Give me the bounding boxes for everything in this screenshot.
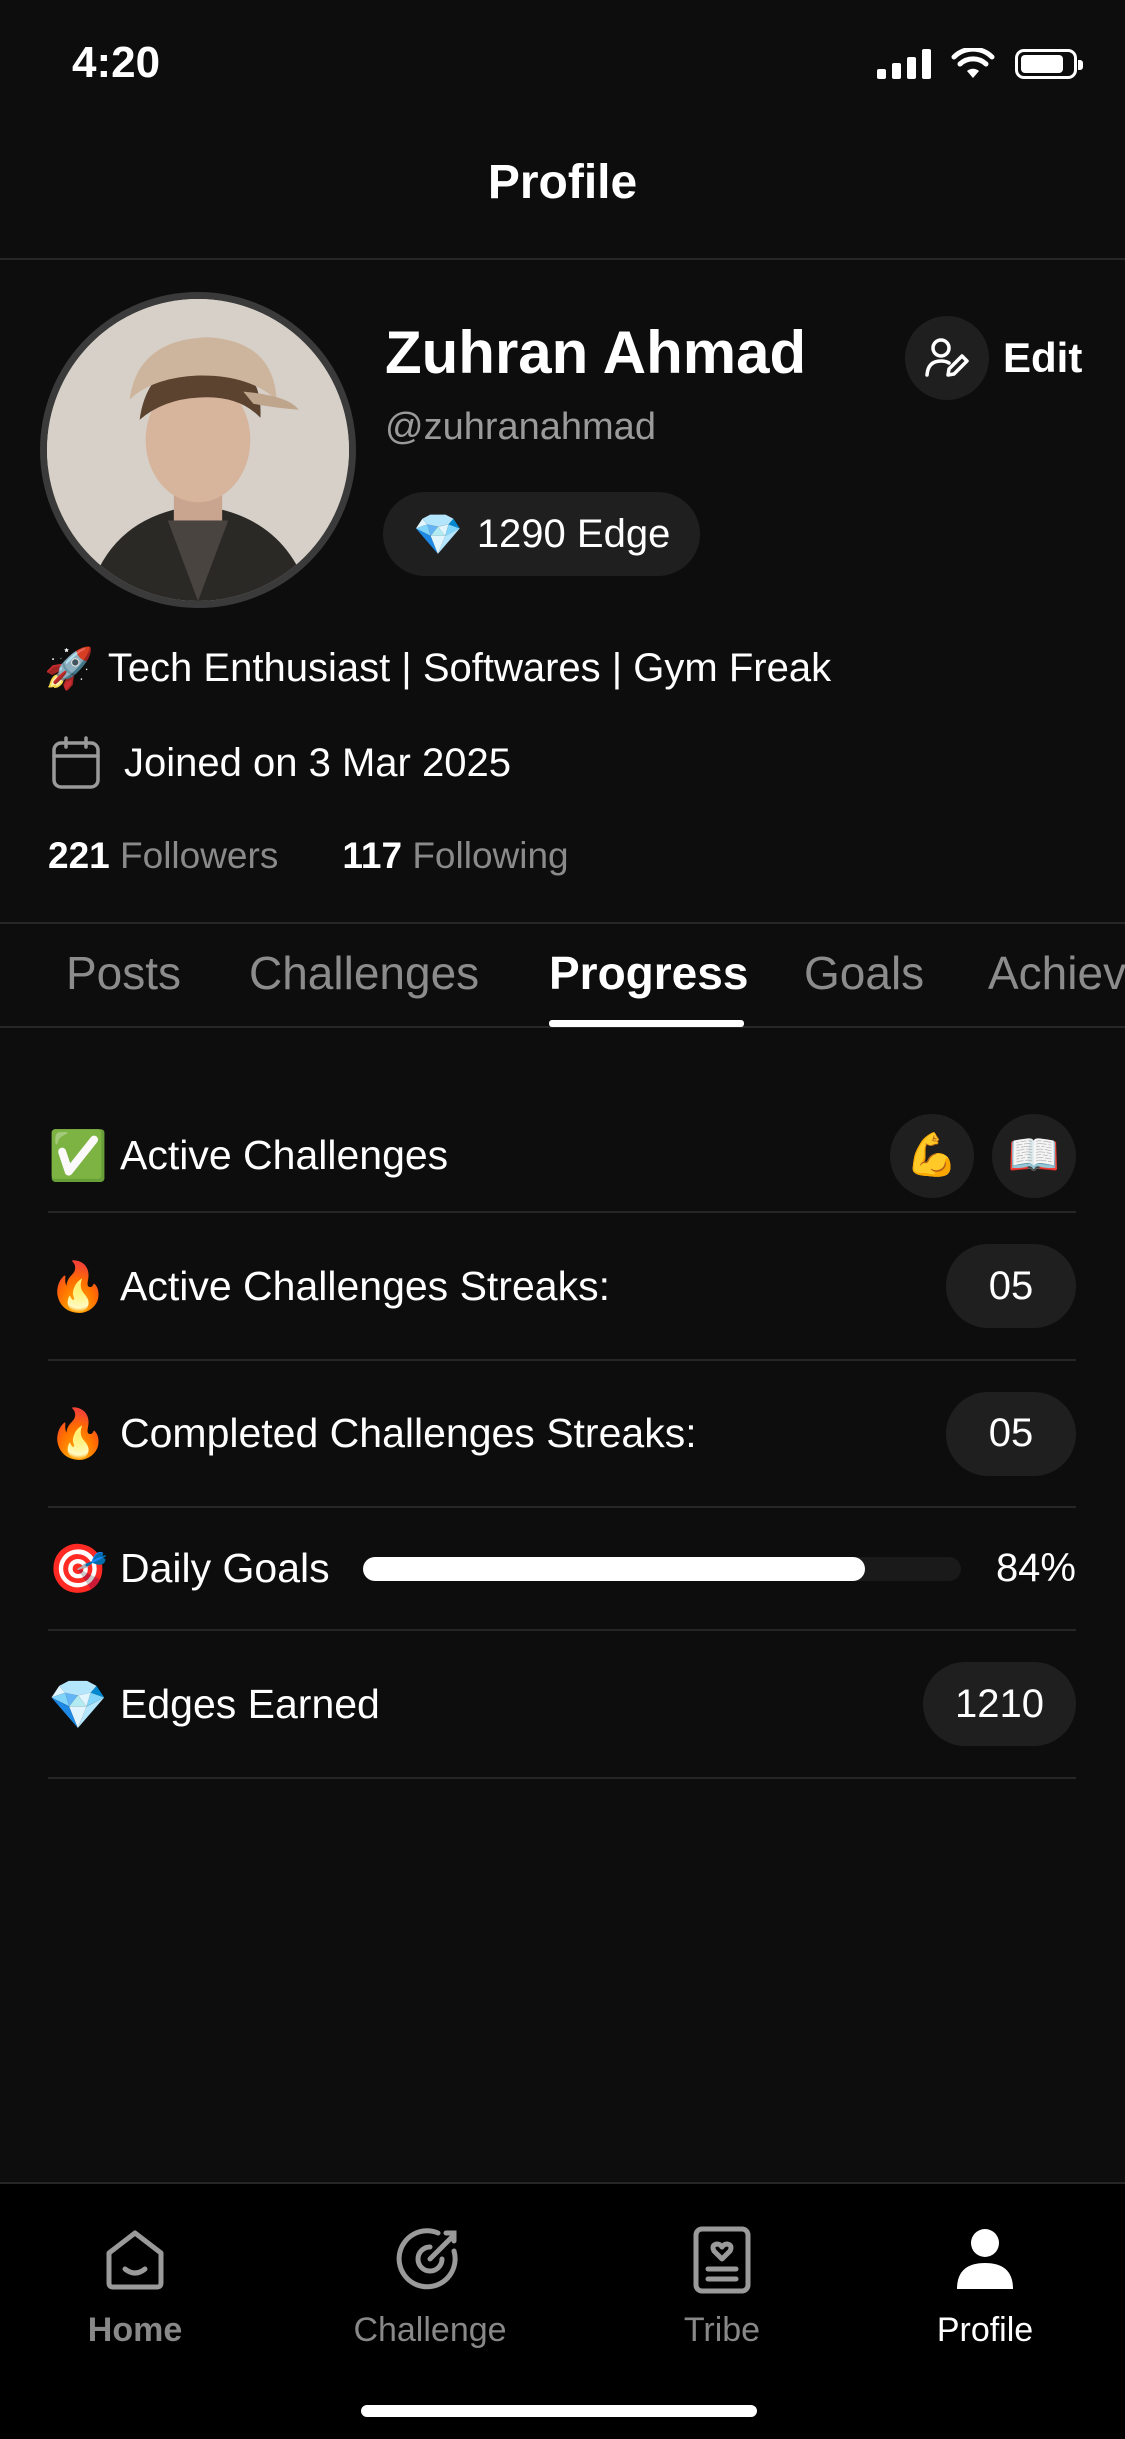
- signal-icon: [877, 49, 931, 79]
- person-icon: [957, 2229, 1013, 2289]
- fire-icon: 🔥: [48, 1260, 108, 1314]
- profile-bio: 🚀 Tech Enthusiast | Softwares | Gym Frea…: [44, 645, 831, 692]
- battery-icon: [1015, 49, 1083, 79]
- profile-tabs: Posts Challenges Progress Goals Achievem…: [0, 922, 1125, 1028]
- tab-challenges[interactable]: Challenges: [249, 946, 479, 1000]
- tab-goals[interactable]: Goals: [804, 946, 924, 1000]
- daily-goals-progress-fill: [363, 1556, 866, 1581]
- nav-home-label: Home: [87, 2311, 183, 2349]
- diamond-icon: 💎: [48, 1678, 108, 1732]
- calendar-icon: [52, 736, 100, 789]
- book-icon[interactable]: 📖: [992, 1113, 1076, 1198]
- active-streaks-row: 🔥 Active Challenges Streaks: 05: [48, 1213, 1076, 1361]
- daily-goals-percent: 84%: [995, 1546, 1076, 1590]
- followers-count: 221: [48, 835, 110, 876]
- tribe-icon: [693, 2226, 751, 2294]
- home-icon: [106, 2230, 164, 2290]
- fire-icon: 🔥: [48, 1408, 108, 1461]
- diamond-icon: 💎: [413, 512, 463, 557]
- edit-icon-circle[interactable]: [905, 316, 989, 400]
- target-icon: 🎯: [48, 1543, 108, 1596]
- edge-balance-pill[interactable]: 💎 1290 Edge: [383, 492, 701, 576]
- following-stat[interactable]: 117 Following: [342, 835, 568, 877]
- profile-name: Zuhran Ahmad: [385, 319, 807, 386]
- home-indicator: [361, 2405, 757, 2417]
- daily-goals-label: Daily Goals: [120, 1545, 330, 1591]
- status-time: 4:20: [72, 38, 161, 87]
- bio-text: Tech Enthusiast | Softwares | Gym Freak: [107, 646, 832, 690]
- nav-profile[interactable]: Profile: [875, 2219, 1095, 2350]
- edges-earned-row: 💎 Edges Earned 1210: [48, 1631, 1076, 1779]
- following-label: Following: [412, 835, 569, 876]
- tab-progress[interactable]: Progress: [549, 946, 748, 1000]
- completed-streaks-row: 🔥 Completed Challenges Streaks: 05: [48, 1361, 1076, 1508]
- follow-stats: 221 Followers 117 Following: [48, 835, 569, 877]
- edit-profile-button[interactable]: Edit: [905, 316, 1082, 400]
- edit-label[interactable]: Edit: [1003, 334, 1082, 382]
- edit-user-icon: [925, 338, 969, 377]
- tab-posts[interactable]: Posts: [66, 946, 181, 1000]
- avatar[interactable]: [40, 292, 356, 608]
- joined-text: Joined on 3 Mar 2025: [124, 740, 511, 785]
- rocket-icon: 🚀: [44, 647, 94, 691]
- nav-home[interactable]: Home: [25, 2219, 245, 2350]
- completed-streaks-value: 05: [946, 1391, 1076, 1476]
- nav-profile-label: Profile: [936, 2311, 1034, 2349]
- nav-challenge-label: Challenge: [353, 2311, 507, 2349]
- muscle-icon[interactable]: 💪: [890, 1113, 974, 1198]
- active-challenges-row: ✅ Active Challenges 💪 📖: [48, 1100, 1076, 1213]
- tab-achievements[interactable]: Achievements: [988, 946, 1125, 1000]
- active-challenges-label: Active Challenges: [120, 1132, 449, 1178]
- bottom-nav: Home Challenge Tribe Profile: [0, 2182, 1125, 2439]
- nav-tribe-label: Tribe: [683, 2311, 761, 2349]
- check-icon: ✅: [48, 1130, 108, 1183]
- active-streaks-label: Active Challenges Streaks:: [120, 1262, 610, 1309]
- status-icons: [877, 48, 1083, 80]
- daily-goals-progress-bar: [363, 1556, 961, 1581]
- profile-handle: @zuhranahmad: [385, 406, 656, 448]
- nav-challenge[interactable]: Challenge: [320, 2219, 540, 2350]
- wifi-icon: [951, 48, 995, 78]
- completed-streaks-label: Completed Challenges Streaks:: [120, 1410, 697, 1456]
- followers-stat[interactable]: 221 Followers: [48, 835, 278, 877]
- avatar-portrait: [47, 299, 349, 601]
- status-bar: 4:20: [0, 0, 1125, 130]
- followers-label: Followers: [120, 835, 279, 876]
- edge-balance-text: 1290 Edge: [476, 511, 671, 556]
- edges-earned-label: Edges Earned: [120, 1680, 380, 1727]
- active-tab-indicator: [549, 1020, 744, 1027]
- page-title: Profile: [487, 156, 638, 209]
- header-divider: [0, 258, 1125, 260]
- following-count: 117: [342, 835, 403, 876]
- joined-date: Joined on 3 Mar 2025: [50, 735, 511, 791]
- active-streaks-value: 05: [946, 1244, 1076, 1328]
- edges-earned-value: 1210: [923, 1662, 1076, 1746]
- daily-goals-row: 🎯 Daily Goals 84%: [48, 1508, 1076, 1631]
- target-icon: [396, 2228, 458, 2290]
- nav-tribe[interactable]: Tribe: [612, 2219, 832, 2350]
